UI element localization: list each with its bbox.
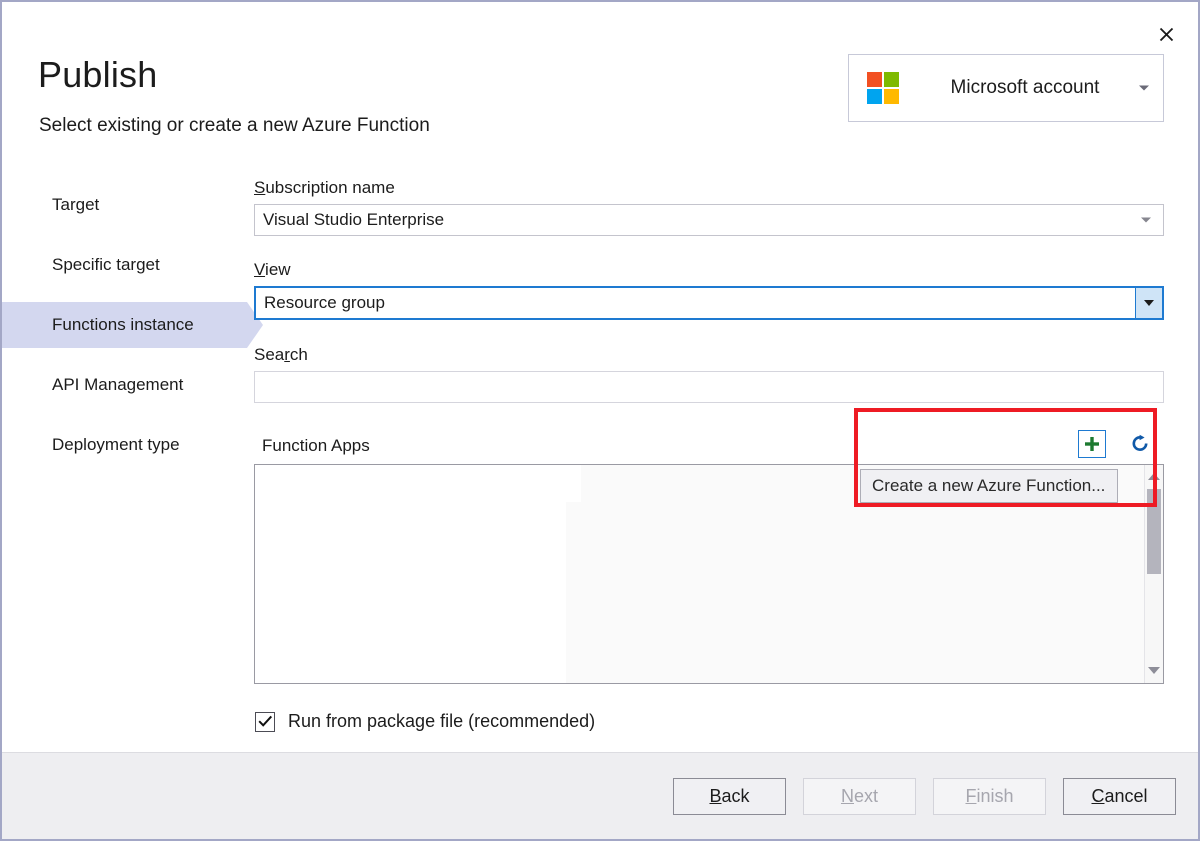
view-label-text: iew: [265, 260, 291, 279]
search-label: Search: [254, 345, 1164, 365]
run-from-package-checkbox[interactable]: [255, 712, 275, 732]
subscription-label: Subscription name: [254, 178, 1164, 198]
scroll-up-icon[interactable]: [1145, 467, 1163, 485]
tooltip-text: Create a new Azure Function...: [872, 476, 1105, 496]
view-value: Resource group: [256, 293, 385, 313]
scroll-down-icon[interactable]: [1145, 661, 1163, 679]
sidebar-item-deployment-type[interactable]: Deployment type: [2, 422, 247, 468]
back-button-suffix: ack: [722, 786, 750, 807]
finish-button-suffix: inish: [976, 786, 1013, 807]
close-icon[interactable]: [1150, 18, 1182, 50]
view-label-accel: V: [254, 260, 265, 279]
publish-dialog: Microsoft account Publish Select existin…: [0, 0, 1200, 841]
sidebar-item-functions-instance[interactable]: Functions instance: [2, 302, 247, 348]
function-apps-label: Function Apps: [262, 436, 370, 456]
subscription-value: Visual Studio Enterprise: [255, 210, 444, 230]
view-label: View: [254, 260, 1164, 280]
run-from-package-label: Run from package file (recommended): [288, 711, 595, 732]
sidebar-item-label: Specific target: [52, 255, 160, 275]
page-title: Publish: [38, 57, 157, 93]
subscription-combobox[interactable]: Visual Studio Enterprise: [254, 204, 1164, 236]
sidebar-item-label: API Management: [52, 375, 183, 395]
chevron-down-icon: [1141, 218, 1151, 223]
back-button-accel: B: [709, 786, 721, 807]
next-button-suffix: ext: [854, 786, 878, 807]
search-input[interactable]: [254, 371, 1164, 403]
cancel-button-accel: C: [1091, 786, 1104, 807]
sidebar-item-label: Target: [52, 195, 99, 215]
plus-icon[interactable]: [1078, 430, 1106, 458]
sidebar-item-specific-target[interactable]: Specific target: [2, 242, 247, 288]
chevron-down-icon: [1139, 86, 1149, 91]
subscription-label-accel: S: [254, 178, 265, 197]
finish-button-accel: F: [965, 786, 976, 807]
cancel-button[interactable]: Cancel: [1063, 778, 1176, 815]
refresh-icon[interactable]: [1126, 430, 1154, 458]
chevron-down-icon: [1144, 300, 1154, 306]
cancel-button-suffix: ancel: [1104, 786, 1147, 807]
next-button[interactable]: Next: [803, 778, 916, 815]
page-subtitle: Select existing or create a new Azure Fu…: [39, 115, 430, 138]
finish-button[interactable]: Finish: [933, 778, 1046, 815]
sidebar-item-label: Deployment type: [52, 435, 180, 455]
back-button[interactable]: Back: [673, 778, 786, 815]
scrollbar-thumb[interactable]: [1147, 489, 1161, 574]
microsoft-logo-icon: [867, 72, 899, 104]
view-dropdown-button[interactable]: [1135, 288, 1162, 318]
search-label-prefix: Sea: [254, 345, 284, 364]
sidebar-item-target[interactable]: Target: [2, 182, 247, 228]
listbox-background-lower: [566, 502, 1145, 683]
account-selector[interactable]: Microsoft account: [848, 54, 1164, 122]
subscription-label-text: ubscription name: [265, 178, 394, 197]
listbox-scrollbar[interactable]: [1144, 465, 1163, 683]
view-combobox[interactable]: Resource group: [254, 286, 1164, 320]
search-label-suffix: ch: [290, 345, 308, 364]
wizard-steps-sidebar: Target Specific target Functions instanc…: [2, 182, 247, 482]
account-name: Microsoft account: [899, 77, 1163, 99]
create-new-azure-function-tooltip[interactable]: Create a new Azure Function...: [860, 469, 1118, 503]
checkmark-icon: [258, 715, 273, 728]
next-button-accel: N: [841, 786, 854, 807]
dialog-footer: Back Next Finish Cancel: [2, 752, 1198, 839]
run-from-package-checkbox-row[interactable]: Run from package file (recommended): [255, 711, 595, 732]
sidebar-item-label: Functions instance: [52, 315, 194, 335]
sidebar-item-api-management[interactable]: API Management: [2, 362, 247, 408]
